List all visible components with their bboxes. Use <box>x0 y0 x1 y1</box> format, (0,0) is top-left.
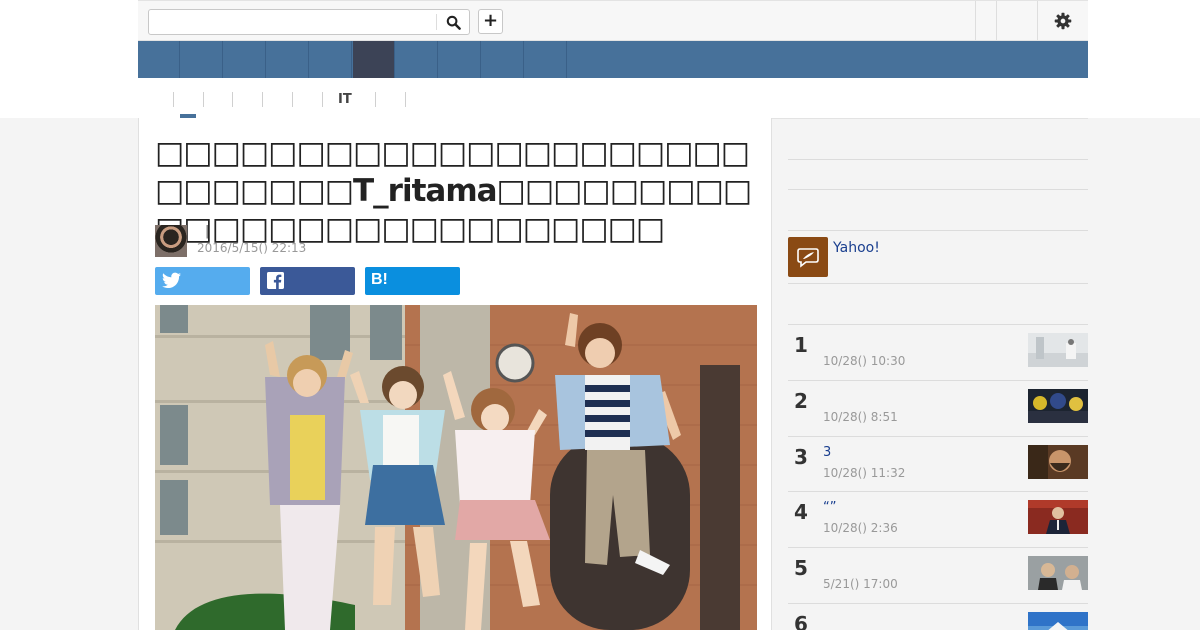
rank-title[interactable]: 3 <box>823 445 831 460</box>
subnav-divider <box>203 92 204 107</box>
sidebar-divider <box>788 230 1088 231</box>
hatena-bookmark-button[interactable]: B! <box>365 267 460 295</box>
search-box <box>148 9 470 35</box>
search-input[interactable] <box>149 10 435 34</box>
nav-tab[interactable] <box>138 41 180 78</box>
ranking-item[interactable]: 4 “” 10/28() 2:36 <box>788 491 1088 547</box>
subnav-divider <box>292 92 293 107</box>
rank-time: 5/21() 17:00 <box>823 577 898 591</box>
sidebar-divider <box>788 283 1088 284</box>
subnav-divider <box>173 92 174 107</box>
twitter-share-button[interactable] <box>155 267 250 295</box>
rank-number: 6 <box>794 612 808 630</box>
rank-number: 1 <box>794 333 808 357</box>
search-button[interactable] <box>441 12 465 32</box>
search-divider <box>436 14 437 30</box>
rank-time: 10/28() 11:32 <box>823 466 906 480</box>
nav-tab[interactable] <box>396 41 438 78</box>
twitter-icon <box>162 272 181 289</box>
yahoo-quill-icon[interactable] <box>788 237 828 277</box>
nav-tab[interactable] <box>224 41 266 78</box>
top-toolbar: + <box>138 0 1088 41</box>
subnav-divider <box>405 92 406 107</box>
rank-thumbnail[interactable] <box>1028 445 1088 479</box>
subnav-divider <box>375 92 376 107</box>
publish-date: 2016/5/15() 22:13 <box>197 241 307 255</box>
subnav-divider <box>322 92 323 107</box>
sidebar: Yahoo! 1 10/28() 10:30 2 10/28() 8:51 3 … <box>788 118 1088 630</box>
rank-number: 4 <box>794 500 808 524</box>
add-button[interactable]: + <box>478 9 503 34</box>
rank-number: 2 <box>794 389 808 413</box>
nav-tab[interactable] <box>310 41 352 78</box>
rank-thumbnail[interactable] <box>1028 333 1088 367</box>
toolbar-divider <box>975 1 976 40</box>
gear-icon <box>1054 12 1072 30</box>
article-column: □□□□□□□□□□□□□□□□□□□□□□□□□□□□T_ritama□□□□… <box>138 118 772 630</box>
subnav-divider <box>262 92 263 107</box>
rank-time: 10/28() 2:36 <box>823 521 898 535</box>
author-separator: | <box>205 224 210 239</box>
facebook-icon <box>267 272 284 289</box>
search-icon <box>446 15 461 30</box>
plus-icon: + <box>482 10 499 31</box>
rank-thumbnail[interactable] <box>1028 556 1088 590</box>
nav-tab[interactable] <box>482 41 524 78</box>
rank-time: 10/28() 8:51 <box>823 410 898 424</box>
hatena-bookmark-icon: B! <box>371 271 388 288</box>
nav-tab[interactable] <box>525 41 567 78</box>
rank-number: 5 <box>794 556 808 580</box>
rank-title[interactable]: “” <box>823 500 836 515</box>
ranking-item[interactable]: 3 3 10/28() 11:32 <box>788 436 1088 492</box>
subnav-item-it[interactable]: IT <box>338 92 352 108</box>
article-hero-image <box>155 305 757 630</box>
toolbar-divider <box>996 1 997 40</box>
nav-tab[interactable] <box>439 41 481 78</box>
rank-number: 3 <box>794 445 808 469</box>
nav-tab[interactable] <box>181 41 223 78</box>
category-nav <box>138 41 1088 78</box>
nav-tab[interactable] <box>267 41 309 78</box>
subnav-divider <box>232 92 233 107</box>
sub-category-nav: IT <box>138 84 1088 119</box>
yahoo-link[interactable]: Yahoo! <box>833 240 880 256</box>
rank-time: 10/28() 10:30 <box>823 354 906 368</box>
settings-button[interactable] <box>1047 9 1079 33</box>
article-headline: □□□□□□□□□□□□□□□□□□□□□□□□□□□□T_ritama□□□□… <box>155 135 752 247</box>
rank-thumbnail[interactable] <box>1028 500 1088 534</box>
ranking-item[interactable]: 5 5/21() 17:00 <box>788 547 1088 603</box>
ranking-item[interactable]: 2 10/28() 8:51 <box>788 380 1088 436</box>
facebook-share-button[interactable] <box>260 267 355 295</box>
nav-tab-active[interactable] <box>353 41 395 78</box>
author-avatar[interactable] <box>155 225 187 257</box>
rank-thumbnail[interactable] <box>1028 389 1088 423</box>
toolbar-divider <box>1037 1 1038 40</box>
rank-thumbnail[interactable] <box>1028 612 1088 630</box>
sidebar-divider <box>788 189 1088 190</box>
ranking-item[interactable]: 6 <box>788 603 1088 630</box>
ranking-item[interactable]: 1 10/28() 10:30 <box>788 324 1088 380</box>
sidebar-divider <box>788 159 1088 160</box>
